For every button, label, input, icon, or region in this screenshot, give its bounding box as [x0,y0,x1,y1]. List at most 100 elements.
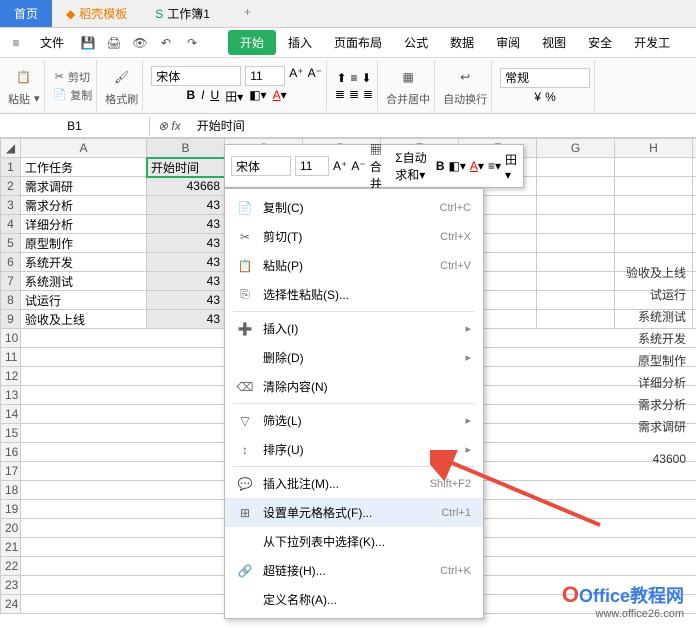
cell[interactable]: 43 [147,234,225,253]
cm-paste-special[interactable]: ⎘选择性粘贴(S)... [225,280,483,309]
border-dropdown[interactable]: 田▾ [225,88,243,105]
cell[interactable] [537,310,615,329]
select-all[interactable]: ◢ [1,139,21,158]
row-22[interactable]: 22 [1,557,21,576]
name-box[interactable]: B1 [0,117,150,135]
align-right-icon[interactable]: ≣ [363,87,373,101]
save-icon[interactable]: 💾 [76,31,100,55]
paste-icon[interactable]: 📋 [12,65,36,89]
row-23[interactable]: 23 [1,576,21,595]
col-I[interactable]: I [693,139,696,158]
col-A[interactable]: A [21,139,147,158]
row-4[interactable]: 4 [1,215,21,234]
cell[interactable] [537,234,615,253]
cell[interactable]: 43 [147,310,225,329]
cell[interactable] [693,234,696,253]
row-24[interactable]: 24 [1,595,21,614]
cell[interactable] [537,177,615,196]
row-6[interactable]: 6 [1,253,21,272]
row-1[interactable]: 1 [1,158,21,177]
row-2[interactable]: 2 [1,177,21,196]
cell[interactable]: 需求分析 [21,196,147,215]
row-14[interactable]: 14 [1,405,21,424]
font-color-dropdown[interactable]: A▾ [273,88,287,105]
cell[interactable] [537,158,615,177]
cm-hyperlink[interactable]: 🔗超链接(H)...Ctrl+K [225,556,483,585]
ribbon-formula[interactable]: 公式 [394,30,438,55]
cell[interactable]: 试运行 [21,291,147,310]
formula-input[interactable]: 开始时间 [189,115,696,136]
cm-cut[interactable]: ✂剪切(T)Ctrl+X [225,222,483,251]
cm-format-cells[interactable]: ⊞设置单元格格式(F)...Ctrl+1 [225,498,483,527]
col-G[interactable]: G [537,139,615,158]
cell[interactable]: 需求调研 [21,177,147,196]
cell[interactable]: 系统开发 [21,253,147,272]
cell[interactable] [615,158,693,177]
ribbon-view[interactable]: 视图 [532,30,576,55]
ribbon-start[interactable]: 开始 [228,30,276,55]
row-11[interactable]: 11 [1,348,21,367]
cell[interactable]: 43 [147,291,225,310]
underline-button[interactable]: U [211,88,220,105]
wrap-group[interactable]: ↩ 自动换行 [439,60,492,111]
italic-button[interactable]: I [201,88,204,105]
merge-group[interactable]: ▦ 合并居中 [382,60,435,111]
row-20[interactable]: 20 [1,519,21,538]
mini-bold-button[interactable]: B [436,159,445,173]
cell[interactable] [537,291,615,310]
cell[interactable] [693,272,696,291]
cell[interactable] [693,310,696,329]
format-painter[interactable]: 🖌 格式刷 [101,60,143,111]
font-size-dropdown[interactable]: 11 [245,66,285,86]
row-7[interactable]: 7 [1,272,21,291]
align-left-icon[interactable]: ≣ [335,87,345,101]
row-12[interactable]: 12 [1,367,21,386]
undo-icon[interactable]: ↶ [154,31,178,55]
mini-size-dropdown[interactable]: 11 [295,156,329,176]
tab-home[interactable]: 首页 [0,0,52,27]
mini-font-dec-icon[interactable]: A⁻ [351,159,365,173]
cell[interactable] [537,253,615,272]
cm-clear[interactable]: ⌫清除内容(N) [225,372,483,401]
cell[interactable]: 43 [147,215,225,234]
row-16[interactable]: 16 [1,443,21,462]
mini-color-dropdown[interactable]: A▾ [470,159,484,173]
cell[interactable]: 43 [147,196,225,215]
cell[interactable] [693,291,696,310]
cm-sort[interactable]: ↕排序(U)▸ [225,435,483,464]
cell[interactable] [693,253,696,272]
cell[interactable] [537,215,615,234]
cell[interactable]: 开始时间 [147,158,225,177]
cell[interactable]: 验收及上线 [21,310,147,329]
row-3[interactable]: 3 [1,196,21,215]
cell[interactable] [615,215,693,234]
cell[interactable] [693,196,696,215]
cell[interactable] [537,272,615,291]
row-19[interactable]: 19 [1,500,21,519]
align-mid-icon[interactable]: ≡ [351,71,358,85]
cell[interactable] [693,158,696,177]
cell[interactable]: 工作任务 [21,158,147,177]
cm-paste[interactable]: 📋粘贴(P)Ctrl+V [225,251,483,280]
cell[interactable]: 系统测试 [21,272,147,291]
cm-copy[interactable]: 📄复制(C)Ctrl+C [225,193,483,222]
fx-icon[interactable]: ⊗ fx [150,117,189,135]
cm-filter[interactable]: ▽筛选(L)▸ [225,406,483,435]
cell[interactable]: 43 [147,272,225,291]
font-name-dropdown[interactable]: 宋体 [151,66,241,86]
fill-dropdown[interactable]: ◧▾ [249,88,266,105]
ribbon-dev[interactable]: 开发工 [624,30,680,55]
col-H[interactable]: H [615,139,693,158]
cell[interactable] [693,215,696,234]
cm-comment[interactable]: 💬插入批注(M)...Shift+F2 [225,469,483,498]
row-15[interactable]: 15 [1,424,21,443]
cell[interactable]: 详细分析 [21,215,147,234]
cell[interactable] [615,177,693,196]
align-bot-icon[interactable]: ⬇ [362,71,372,85]
tab-add[interactable]: + [224,0,271,27]
number-format-dropdown[interactable]: 常规 [500,68,590,88]
align-top-icon[interactable]: ⬆ [336,71,346,85]
mini-font-dropdown[interactable]: 宋体 [231,156,291,176]
row-21[interactable]: 21 [1,538,21,557]
redo-icon[interactable]: ↷ [180,31,204,55]
